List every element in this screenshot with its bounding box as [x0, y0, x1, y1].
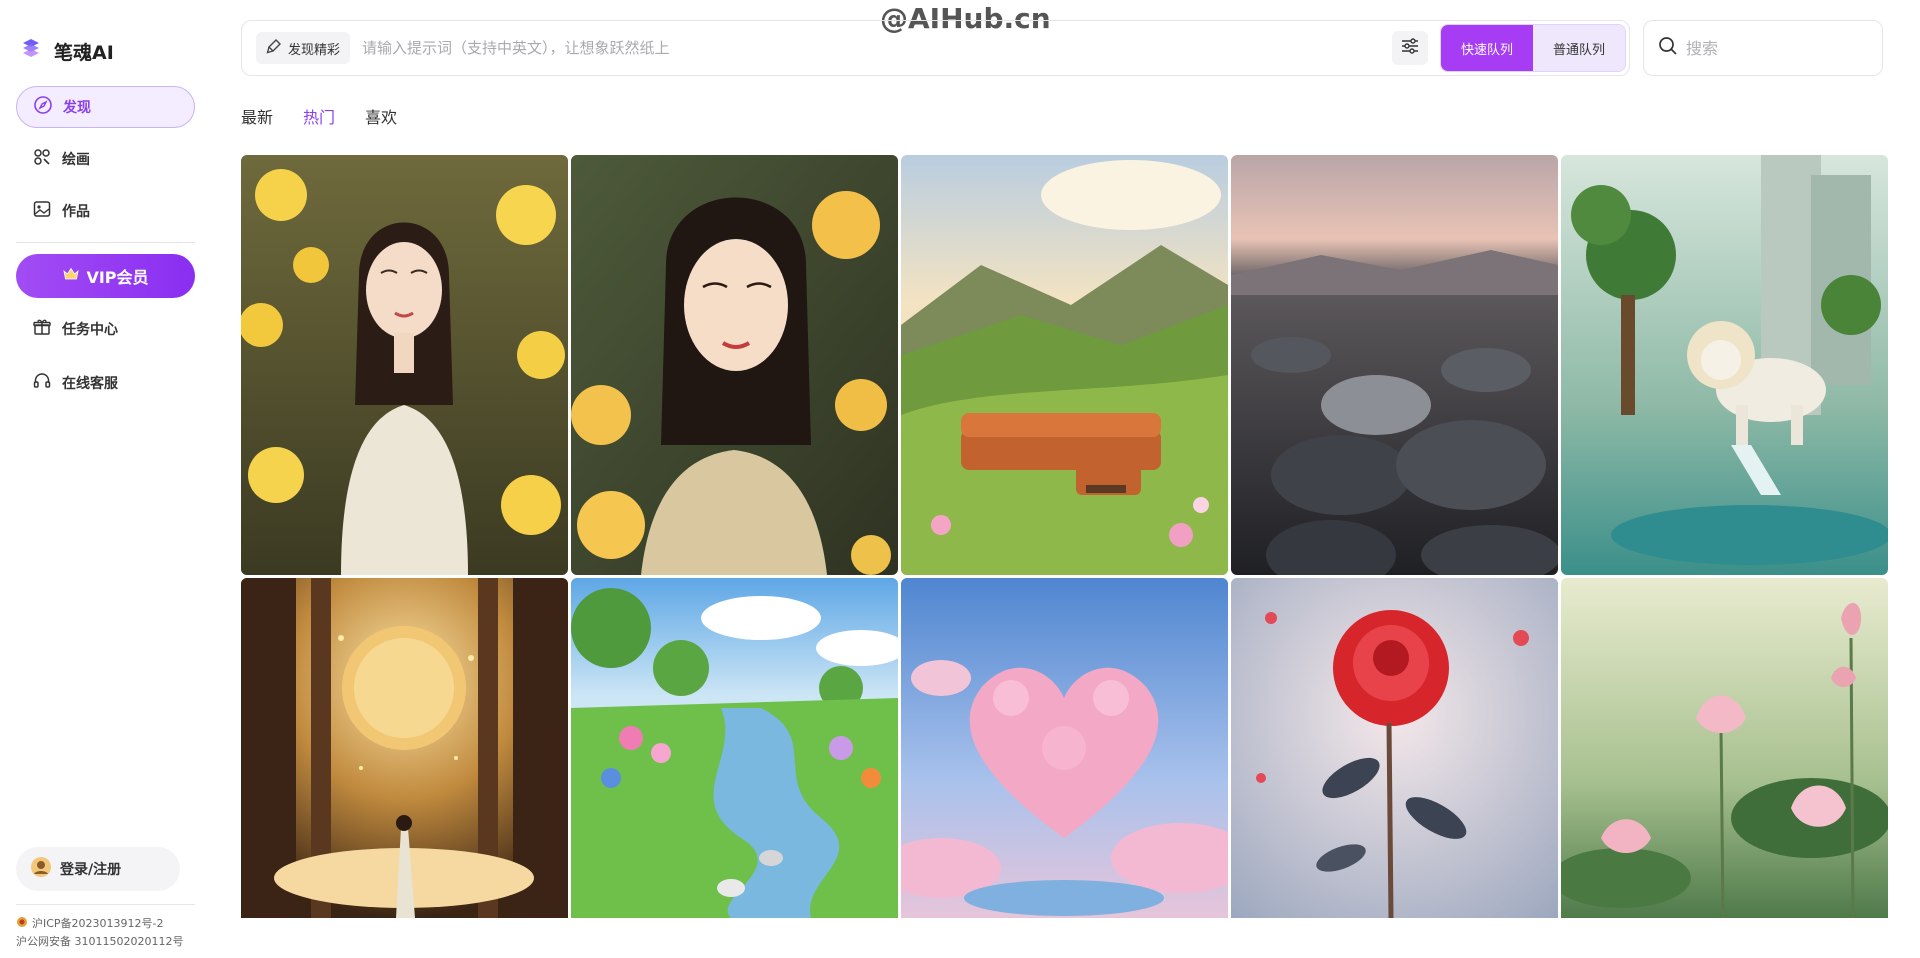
tab-liked[interactable]: 喜欢: [365, 104, 397, 128]
nav-item-label: 发现: [63, 100, 91, 116]
prompt-input[interactable]: [362, 28, 1392, 68]
login-label: 登录/注册: [60, 862, 122, 878]
vip-label: VIP会员: [86, 268, 149, 287]
gallery-card[interactable]: [241, 155, 568, 575]
gallery-card[interactable]: [901, 155, 1228, 575]
brand[interactable]: 笔魂AI: [18, 36, 114, 66]
gallery-image: [241, 155, 568, 575]
logo-icon: [18, 36, 44, 66]
gallery-image: [1561, 578, 1888, 918]
compass-icon: [33, 95, 53, 119]
login-button[interactable]: 登录/注册: [16, 847, 180, 891]
palette-icon: [32, 147, 52, 171]
tab-latest[interactable]: 最新: [241, 104, 273, 128]
nav-item-label: 作品: [62, 204, 90, 220]
icp-text: 沪ICP备2023013912号-2: [32, 917, 164, 930]
nav-item-support[interactable]: 在线客服: [16, 362, 195, 404]
brand-name: 笔魂AI: [54, 41, 114, 64]
police-record[interactable]: 沪公网安备 31011502020112号: [16, 933, 183, 949]
gallery-card[interactable]: [1231, 578, 1558, 918]
nav-item-paint[interactable]: 绘画: [16, 138, 195, 180]
search-icon: [1658, 36, 1678, 60]
nav-item-discover[interactable]: 发现: [16, 86, 195, 128]
gallery-image: [1231, 578, 1558, 918]
nav-item-tasks[interactable]: 任务中心: [16, 308, 195, 350]
gallery-card[interactable]: [571, 155, 898, 575]
queue-switch: 快速队列 普通队列: [1440, 24, 1626, 72]
gallery-card[interactable]: [1231, 155, 1558, 575]
discover-chip-label: 发现精彩: [288, 42, 341, 58]
gallery-image: [1231, 155, 1558, 575]
gallery-card[interactable]: [241, 578, 568, 918]
prompt-bar: 发现精彩 快速队列 普通队列: [241, 20, 1630, 76]
gallery-image: [901, 578, 1228, 918]
icp-record[interactable]: 沪ICP备2023013912号-2: [16, 915, 164, 931]
gallery-image: [901, 155, 1228, 575]
normal-queue-button[interactable]: 普通队列: [1533, 25, 1625, 71]
search-box: [1643, 20, 1883, 76]
gallery-card[interactable]: [1561, 155, 1888, 575]
vip-button[interactable]: VIP会员: [16, 254, 195, 298]
image-icon: [32, 199, 52, 223]
nav-item-label: 任务中心: [62, 322, 118, 338]
gallery-card[interactable]: [901, 578, 1228, 918]
badge-icon: [16, 916, 28, 931]
gallery-card[interactable]: [1561, 578, 1888, 918]
nav-item-label: 绘画: [62, 152, 90, 168]
settings-button[interactable]: [1392, 31, 1428, 65]
sliders-icon: [1400, 37, 1420, 59]
gallery-image: [571, 155, 898, 575]
footer-divider: [16, 904, 195, 905]
nav-item-label: 在线客服: [62, 376, 118, 392]
feed-tabs: 最新 热门 喜欢: [241, 104, 397, 128]
tab-hot[interactable]: 热门: [303, 104, 335, 128]
nav-divider: [16, 242, 195, 243]
avatar-icon: [30, 856, 52, 882]
nav-item-works[interactable]: 作品: [16, 190, 195, 232]
fast-queue-button[interactable]: 快速队列: [1441, 25, 1533, 71]
discover-chip[interactable]: 发现精彩: [256, 32, 351, 64]
search-input[interactable]: [1686, 38, 1866, 58]
gallery-grid: [241, 155, 1889, 918]
gallery-card[interactable]: [571, 578, 898, 918]
headset-icon: [32, 371, 52, 395]
police-text: 沪公网安备 31011502020112号: [16, 935, 184, 948]
brush-icon: [266, 38, 282, 58]
gallery-image: [571, 578, 898, 918]
sidebar: 笔魂AI 发现 绘画 作品 VIP会员 任务中心 在线客服 登录/注册 沪ICP…: [0, 0, 212, 958]
gallery-image: [1561, 155, 1888, 575]
crown-icon: [62, 265, 80, 287]
gallery-image: [241, 578, 568, 918]
gift-icon: [32, 317, 52, 341]
